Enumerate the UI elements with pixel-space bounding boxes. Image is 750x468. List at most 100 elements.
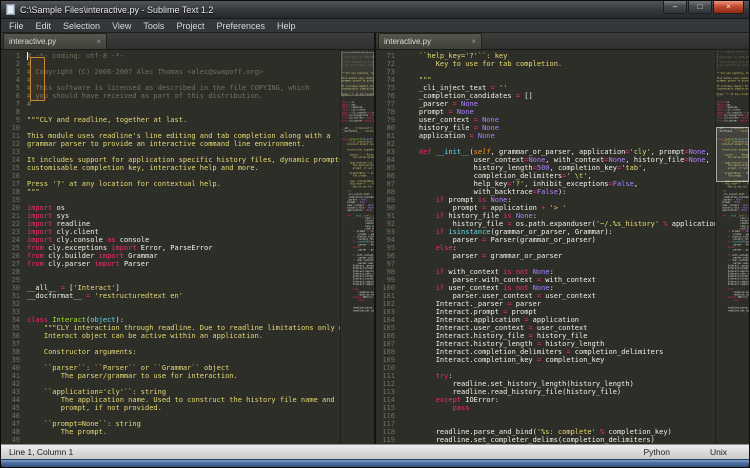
minimap-viewport-right[interactable] bbox=[716, 127, 749, 182]
line-number[interactable]: 112 bbox=[376, 380, 395, 388]
code-line[interactable]: import cly.console as console bbox=[27, 236, 340, 244]
code-line[interactable] bbox=[27, 268, 340, 276]
code-line[interactable] bbox=[27, 196, 340, 204]
code-line[interactable]: prompt = None bbox=[402, 108, 715, 116]
code-line[interactable]: Interact.user_context = user_context bbox=[402, 324, 715, 332]
line-number[interactable]: 102 bbox=[376, 300, 395, 308]
line-number[interactable]: 13 bbox=[1, 148, 20, 156]
line-number[interactable]: 15 bbox=[1, 164, 20, 172]
minimize-button[interactable]: – bbox=[663, 1, 687, 14]
code-line[interactable]: # Copyright (C) 2006-2007 Alec Thomas <a… bbox=[27, 68, 340, 76]
menu-project[interactable]: Project bbox=[170, 19, 210, 33]
line-number[interactable]: 26 bbox=[1, 252, 20, 260]
line-number[interactable]: 19 bbox=[1, 196, 20, 204]
menu-selection[interactable]: Selection bbox=[57, 19, 106, 33]
title-bar[interactable]: C:\Sample Files\interactive.py - Sublime… bbox=[1, 1, 749, 19]
tab-close-icon[interactable]: × bbox=[468, 37, 476, 46]
code-line[interactable]: pass bbox=[402, 404, 715, 412]
line-number[interactable]: 83 bbox=[376, 148, 395, 156]
line-number[interactable]: 86 bbox=[376, 172, 395, 180]
tab-close-icon[interactable]: × bbox=[93, 37, 101, 46]
line-number[interactable]: 28 bbox=[1, 268, 20, 276]
code-line[interactable] bbox=[402, 260, 715, 268]
line-number[interactable]: 111 bbox=[376, 372, 395, 380]
code-line[interactable]: Interact.completion_key = completion_key bbox=[402, 356, 715, 364]
code-line[interactable]: readline.set_history_length(history_leng… bbox=[402, 380, 715, 388]
code-line[interactable]: history_length=500, completion_key='tab'… bbox=[402, 164, 715, 172]
line-number[interactable]: 95 bbox=[376, 244, 395, 252]
code-line[interactable]: class Interact(object): bbox=[27, 316, 340, 324]
code-line[interactable] bbox=[27, 412, 340, 420]
code-line[interactable]: ``application='cly'``: string bbox=[27, 388, 340, 396]
line-number[interactable]: 32 bbox=[1, 300, 20, 308]
line-number[interactable]: 77 bbox=[376, 100, 395, 108]
code-line[interactable]: ``help_key='?'``: key bbox=[402, 52, 715, 60]
code-line[interactable]: _completion_candidates = [] bbox=[402, 92, 715, 100]
code-line[interactable]: with_backtrace=False): bbox=[402, 188, 715, 196]
line-number[interactable]: 39 bbox=[1, 356, 20, 364]
line-endings-status[interactable]: Unix bbox=[710, 447, 727, 457]
code-line[interactable]: if history_file is None: bbox=[402, 212, 715, 220]
code-line[interactable] bbox=[27, 380, 340, 388]
line-number[interactable]: 36 bbox=[1, 332, 20, 340]
line-number[interactable]: 9 bbox=[1, 116, 20, 124]
code-line[interactable]: """CLY interaction through readline. Due… bbox=[27, 324, 340, 332]
code-line[interactable]: readline.set_completer_delims(completion… bbox=[402, 436, 715, 444]
code-line[interactable]: Key to use for tab completion. bbox=[402, 60, 715, 68]
code-line[interactable]: parser = grammar_or_parser bbox=[402, 252, 715, 260]
line-number[interactable]: 78 bbox=[376, 108, 395, 116]
line-number[interactable]: 76 bbox=[376, 92, 395, 100]
line-number[interactable]: 10 bbox=[1, 124, 20, 132]
code-line[interactable]: parser.user_context = user_context bbox=[402, 292, 715, 300]
line-number[interactable]: 41 bbox=[1, 372, 20, 380]
window-frame-bottom[interactable] bbox=[1, 459, 749, 467]
code-line[interactable]: Interact.completion_delimiters = complet… bbox=[402, 348, 715, 356]
code-line[interactable]: user_context = None bbox=[402, 116, 715, 124]
code-line[interactable] bbox=[27, 340, 340, 348]
code-line[interactable]: _cli_inject_text = '' bbox=[402, 84, 715, 92]
code-line[interactable] bbox=[27, 276, 340, 284]
line-number[interactable]: 108 bbox=[376, 348, 395, 356]
code-line[interactable] bbox=[27, 436, 340, 444]
code-line[interactable]: """CLY and readline, together at last. bbox=[27, 116, 340, 124]
line-number[interactable]: 73 bbox=[376, 68, 395, 76]
code-line[interactable]: __all__ = ['Interact'] bbox=[27, 284, 340, 292]
code-line[interactable]: The application name. Used to construct … bbox=[27, 396, 340, 404]
line-number[interactable]: 82 bbox=[376, 140, 395, 148]
line-number[interactable]: 40 bbox=[1, 364, 20, 372]
line-number[interactable]: 46 bbox=[1, 412, 20, 420]
line-number[interactable]: 5 bbox=[1, 84, 20, 92]
line-number[interactable]: 117 bbox=[376, 420, 395, 428]
line-number[interactable]: 25 bbox=[1, 244, 20, 252]
code-line[interactable]: _parser = None bbox=[402, 100, 715, 108]
code-line[interactable]: Interact._parser = parser bbox=[402, 300, 715, 308]
line-number[interactable]: 2 bbox=[1, 60, 20, 68]
code-line[interactable]: if user_context is not None: bbox=[402, 284, 715, 292]
line-number[interactable]: 22 bbox=[1, 220, 20, 228]
code-line[interactable]: import readline bbox=[27, 220, 340, 228]
line-number[interactable]: 75 bbox=[376, 84, 395, 92]
code-line[interactable]: if prompt is None: bbox=[402, 196, 715, 204]
code-line[interactable] bbox=[27, 108, 340, 116]
line-number[interactable]: 93 bbox=[376, 228, 395, 236]
line-number[interactable]: 1 bbox=[1, 52, 20, 60]
line-number[interactable]: 38 bbox=[1, 348, 20, 356]
code-line[interactable]: This module uses readline's line editing… bbox=[27, 132, 340, 140]
code-line[interactable]: application = None bbox=[402, 132, 715, 140]
code-line[interactable] bbox=[402, 68, 715, 76]
code-line[interactable]: parser.with_context = with_context bbox=[402, 276, 715, 284]
code-line[interactable] bbox=[27, 356, 340, 364]
code-line[interactable]: history_file = os.path.expanduser('~/.%s… bbox=[402, 220, 715, 228]
line-number[interactable]: 71 bbox=[376, 52, 395, 60]
line-number[interactable]: 99 bbox=[376, 276, 395, 284]
line-number[interactable]: 87 bbox=[376, 180, 395, 188]
code-line[interactable]: prompt = application + '> ' bbox=[402, 204, 715, 212]
line-number[interactable]: 89 bbox=[376, 196, 395, 204]
line-number[interactable]: 92 bbox=[376, 220, 395, 228]
tab-interactive-py[interactable]: interactive.py × bbox=[3, 33, 107, 49]
line-number[interactable]: 88 bbox=[376, 188, 395, 196]
code-line[interactable]: user_context=None, with_context=None, hi… bbox=[402, 156, 715, 164]
code-line[interactable]: if isinstance(grammar_or_parser, Grammar… bbox=[402, 228, 715, 236]
code-line[interactable] bbox=[27, 308, 340, 316]
code-line[interactable]: grammar parser to provide an interactive… bbox=[27, 140, 340, 148]
